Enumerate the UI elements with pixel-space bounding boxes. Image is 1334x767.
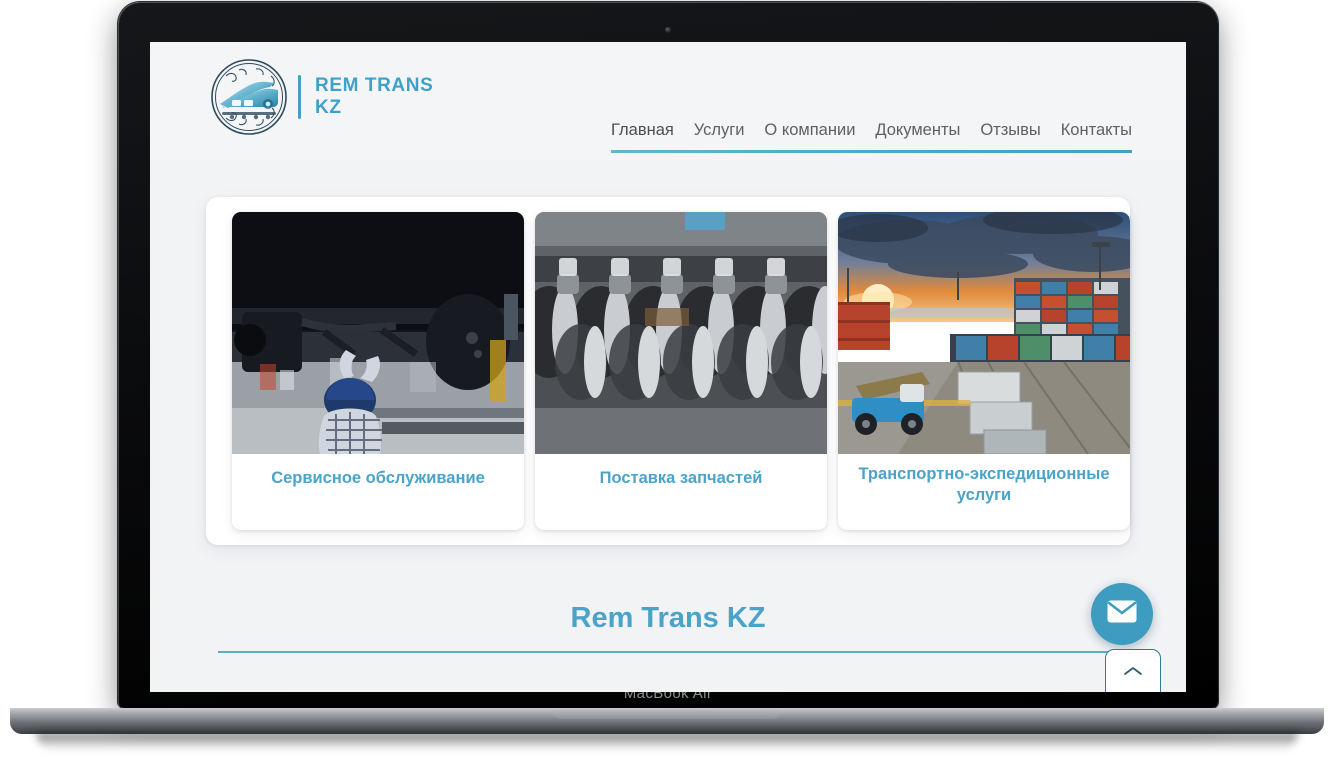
contact-mail-fab[interactable] <box>1091 583 1153 645</box>
service-card-title: Сервисное обслуживание <box>259 468 497 489</box>
nav-item-kontakty[interactable]: Контакты <box>1061 121 1132 140</box>
brand-text: REM TRANS KZ <box>315 75 433 118</box>
service-card-body: Сервисное обслуживание <box>232 454 524 530</box>
container-terminal-sunset-photo <box>838 212 1130 454</box>
main-navigation: Главная Услуги О компании Документы Отзы… <box>611 121 1132 153</box>
chevron-up-icon <box>1123 664 1143 682</box>
section-divider <box>218 651 1118 653</box>
service-card[interactable]: Сервисное обслуживание Подробнее <box>232 212 524 530</box>
laptop-base-notch <box>553 710 781 719</box>
section-title: Rem Trans KZ <box>150 602 1186 635</box>
service-card[interactable]: Поставка запчастей Подробнее <box>535 212 827 530</box>
scroll-to-top-button[interactable] <box>1105 649 1161 692</box>
nav-item-uslugi[interactable]: Услуги <box>694 121 745 140</box>
locomotive-emblem-logo-icon <box>208 56 290 138</box>
service-card-title: Поставка запчастей <box>588 468 775 489</box>
service-card[interactable]: Транспортно-экспедиционные услуги Подроб… <box>838 212 1130 530</box>
camera-dot-icon <box>665 27 671 33</box>
railway-wheelsets-photo <box>535 212 827 454</box>
laptop-mockup: MacBook Air <box>0 0 1334 767</box>
nav-item-glavnaya[interactable]: Главная <box>611 121 674 140</box>
services-panel: Сервисное обслуживание Подробнее <box>206 197 1130 545</box>
bottom-section: Rem Trans KZ <box>150 602 1186 653</box>
envelope-icon <box>1107 600 1137 628</box>
brand-line-1: REM TRANS <box>315 75 433 97</box>
laptop-base-shadow <box>36 732 1298 750</box>
nav-item-o-kompanii[interactable]: О компании <box>764 121 855 140</box>
browser-screen: REM TRANS KZ Главная Услуги О компании Д… <box>150 42 1186 692</box>
brand-logo[interactable]: REM TRANS KZ <box>208 56 433 138</box>
train-undercarriage-maintenance-photo <box>232 212 524 454</box>
service-card-body: Поставка запчастей <box>535 454 827 530</box>
site-header: REM TRANS KZ Главная Услуги О компании Д… <box>150 42 1186 160</box>
service-card-body: Транспортно-экспедиционные услуги <box>838 454 1130 530</box>
brand-divider <box>298 75 301 119</box>
nav-item-dokumenty[interactable]: Документы <box>875 121 960 140</box>
nav-item-otzyvy[interactable]: Отзывы <box>980 121 1040 140</box>
brand-line-2: KZ <box>315 97 433 119</box>
services-card-row: Сервисное обслуживание Подробнее <box>232 212 1130 530</box>
service-card-title: Транспортно-экспедиционные услуги <box>838 464 1130 506</box>
